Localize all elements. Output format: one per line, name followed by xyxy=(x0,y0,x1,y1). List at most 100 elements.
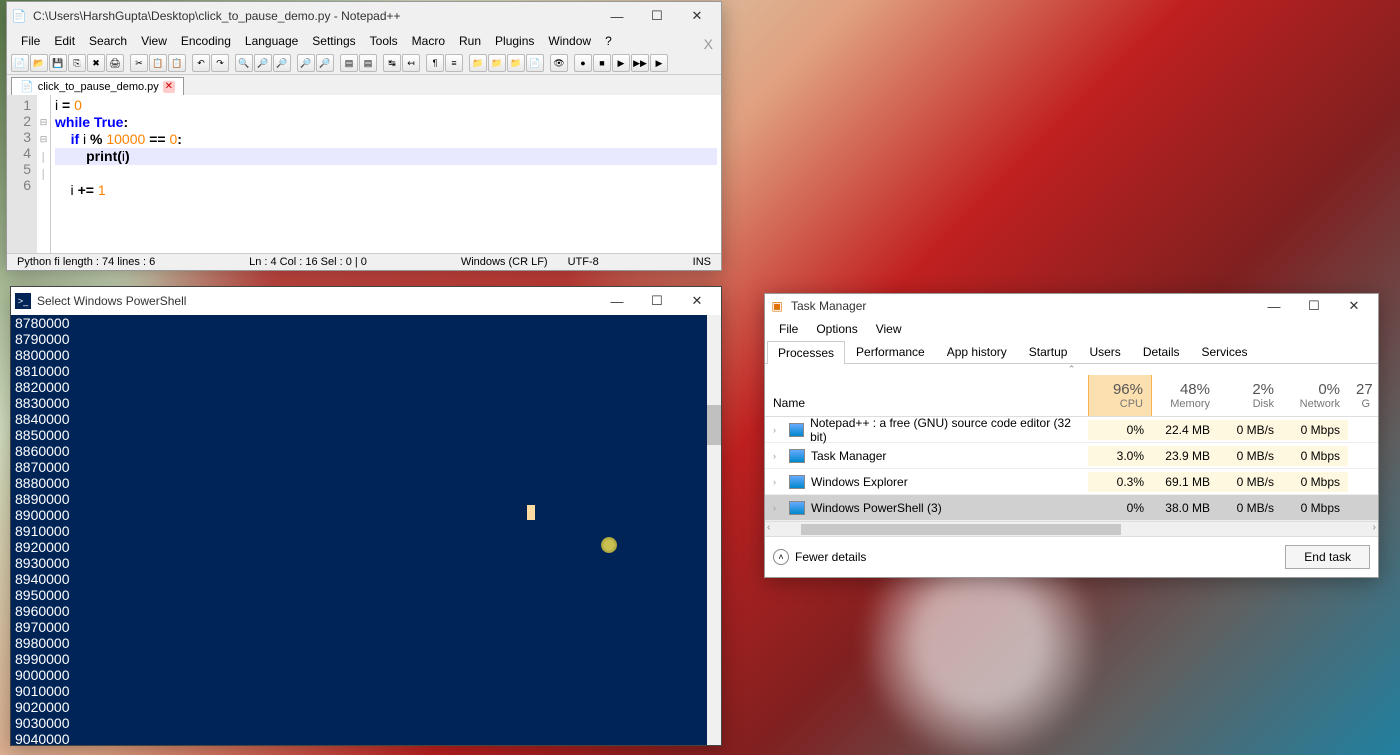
chevron-right-icon[interactable]: › xyxy=(773,425,783,435)
tm-menu-options[interactable]: Options xyxy=(808,320,865,338)
fewer-details-button[interactable]: ˄ Fewer details xyxy=(773,549,866,565)
toolbar-icon[interactable]: ⎘ xyxy=(68,54,86,72)
toolbar-icon[interactable]: 🔎 xyxy=(316,54,334,72)
close-button[interactable]: ✕ xyxy=(677,287,717,315)
tab-details[interactable]: Details xyxy=(1132,340,1191,363)
maximize-button[interactable]: ☐ xyxy=(637,287,677,315)
status-mode[interactable]: INS xyxy=(687,256,717,268)
toolbar-icon[interactable]: ■ xyxy=(593,54,611,72)
toolbar-icon[interactable]: ¶ xyxy=(426,54,444,72)
maximize-button[interactable]: ☐ xyxy=(637,2,677,30)
toolbar-icon[interactable]: 🔎 xyxy=(273,54,291,72)
table-row[interactable]: ›Task Manager 3.0% 23.9 MB 0 MB/s 0 Mbps xyxy=(765,443,1378,469)
col-disk[interactable]: 2%Disk xyxy=(1218,375,1282,416)
toolbar-icon[interactable]: ↷ xyxy=(211,54,229,72)
maximize-button[interactable]: ☐ xyxy=(1294,292,1334,320)
menu-edit[interactable]: Edit xyxy=(48,32,81,50)
toolbar-icon[interactable]: ▶ xyxy=(650,54,668,72)
menu-macro[interactable]: Macro xyxy=(406,32,451,50)
ps-titlebar[interactable]: >_ Select Windows PowerShell — ☐ ✕ xyxy=(11,287,721,315)
toolbar-icon[interactable]: 📁 xyxy=(507,54,525,72)
col-cpu[interactable]: 96%CPU xyxy=(1088,375,1152,416)
chevron-right-icon[interactable]: › xyxy=(773,451,783,461)
toolbar-close-icon[interactable]: X xyxy=(704,36,713,52)
npp-file-tab[interactable]: 📄 click_to_pause_demo.py ✕ xyxy=(11,77,184,95)
scrollbar-thumb[interactable] xyxy=(801,524,1121,535)
col-network[interactable]: 0%Network xyxy=(1282,375,1348,416)
close-button[interactable]: ✕ xyxy=(677,2,717,30)
minimize-button[interactable]: — xyxy=(597,287,637,315)
toolbar-icon[interactable]: 🖨 xyxy=(106,54,124,72)
chevron-right-icon[interactable]: › xyxy=(773,503,783,513)
menu-settings[interactable]: Settings xyxy=(306,32,361,50)
tab-users[interactable]: Users xyxy=(1078,340,1131,363)
menu-encoding[interactable]: Encoding xyxy=(175,32,237,50)
tab-performance[interactable]: Performance xyxy=(845,340,936,363)
code-area[interactable]: i = 0 while True: if i % 10000 == 0: pri… xyxy=(51,95,721,253)
tm-horizontal-scrollbar[interactable]: ‹ › xyxy=(765,521,1378,536)
toolbar-icon[interactable]: ↶ xyxy=(192,54,210,72)
chevron-right-icon[interactable]: › xyxy=(773,477,783,487)
menu-tools[interactable]: Tools xyxy=(364,32,404,50)
scroll-left-icon[interactable]: ‹ xyxy=(767,522,770,533)
fold-margin[interactable]: ⊟⊟││ xyxy=(37,95,51,253)
menu-plugins[interactable]: Plugins xyxy=(489,32,540,50)
toolbar-icon[interactable]: 📂 xyxy=(30,54,48,72)
menu-run[interactable]: Run xyxy=(453,32,487,50)
toolbar-icon[interactable]: 📄 xyxy=(11,54,29,72)
menu-view[interactable]: View xyxy=(135,32,173,50)
toolbar-icon[interactable]: 🔍 xyxy=(235,54,253,72)
end-task-button[interactable]: End task xyxy=(1285,545,1370,569)
toolbar-icon[interactable]: ▶▶ xyxy=(631,54,649,72)
toolbar-icon[interactable]: 👁 xyxy=(550,54,568,72)
toolbar-icon[interactable]: 📋 xyxy=(149,54,167,72)
toolbar-icon[interactable]: 📁 xyxy=(488,54,506,72)
toolbar-icon[interactable]: ✂ xyxy=(130,54,148,72)
toolbar-icon[interactable]: 💾 xyxy=(49,54,67,72)
toolbar-icon[interactable]: ▶ xyxy=(612,54,630,72)
toolbar-icon[interactable]: ✖ xyxy=(87,54,105,72)
toolbar-icon[interactable]: ● xyxy=(574,54,592,72)
menu-?[interactable]: ? xyxy=(599,32,618,50)
col-memory[interactable]: 48%Memory xyxy=(1152,375,1218,416)
col-name[interactable]: Name xyxy=(765,375,1088,416)
npp-titlebar[interactable]: 📄 C:\Users\HarshGupta\Desktop\click_to_p… xyxy=(7,2,721,30)
toolbar-icon[interactable]: ↤ xyxy=(402,54,420,72)
col-gpu[interactable]: 27G xyxy=(1348,375,1378,416)
tab-close-icon[interactable]: ✕ xyxy=(163,81,175,93)
scroll-right-icon[interactable]: › xyxy=(1373,522,1376,533)
tm-menu-file[interactable]: File xyxy=(771,320,806,338)
toolbar-icon[interactable]: 🔎 xyxy=(254,54,272,72)
toolbar-icon[interactable]: 📋 xyxy=(168,54,186,72)
tm-titlebar[interactable]: ▣ Task Manager — ☐ ✕ xyxy=(765,294,1378,318)
npp-editor[interactable]: 123456 ⊟⊟││ i = 0 while True: if i % 100… xyxy=(7,95,721,253)
toolbar-icon[interactable]: 📄 xyxy=(526,54,544,72)
table-row[interactable]: ›Windows PowerShell (3) 0% 38.0 MB 0 MB/… xyxy=(765,495,1378,521)
toolbar-icon[interactable]: ↹ xyxy=(383,54,401,72)
tm-menu-view[interactable]: View xyxy=(868,320,910,338)
menu-file[interactable]: File xyxy=(15,32,46,50)
minimize-button[interactable]: — xyxy=(597,2,637,30)
minimize-button[interactable]: — xyxy=(1254,292,1294,320)
toolbar-icon[interactable]: ▤ xyxy=(359,54,377,72)
tab-startup[interactable]: Startup xyxy=(1018,340,1079,363)
tm-table-header[interactable]: Name 96%CPU 48%Memory 2%Disk 0%Network 2… xyxy=(765,375,1378,417)
toolbar-icon[interactable]: 📁 xyxy=(469,54,487,72)
ps-scrollbar[interactable] xyxy=(707,315,721,745)
tab-processes[interactable]: Processes xyxy=(767,341,845,364)
tab-app-history[interactable]: App history xyxy=(936,340,1018,363)
table-row[interactable]: ›Notepad++ : a free (GNU) source code ed… xyxy=(765,417,1378,443)
toolbar-icon[interactable]: ▤ xyxy=(340,54,358,72)
scrollbar-thumb[interactable] xyxy=(707,405,721,445)
close-button[interactable]: ✕ xyxy=(1334,292,1374,320)
menu-search[interactable]: Search xyxy=(83,32,133,50)
toolbar-icon[interactable]: 🔎 xyxy=(297,54,315,72)
status-eol[interactable]: Windows (CR LF) xyxy=(455,256,554,268)
toolbar-icon[interactable]: ≡ xyxy=(445,54,463,72)
table-row[interactable]: ›Windows Explorer 0.3% 69.1 MB 0 MB/s 0 … xyxy=(765,469,1378,495)
ps-console[interactable]: 8780000 8790000 8800000 8810000 8820000 … xyxy=(11,315,721,745)
status-encoding[interactable]: UTF-8 xyxy=(562,256,605,268)
tab-services[interactable]: Services xyxy=(1191,340,1259,363)
menu-language[interactable]: Language xyxy=(239,32,304,50)
menu-window[interactable]: Window xyxy=(542,32,597,50)
